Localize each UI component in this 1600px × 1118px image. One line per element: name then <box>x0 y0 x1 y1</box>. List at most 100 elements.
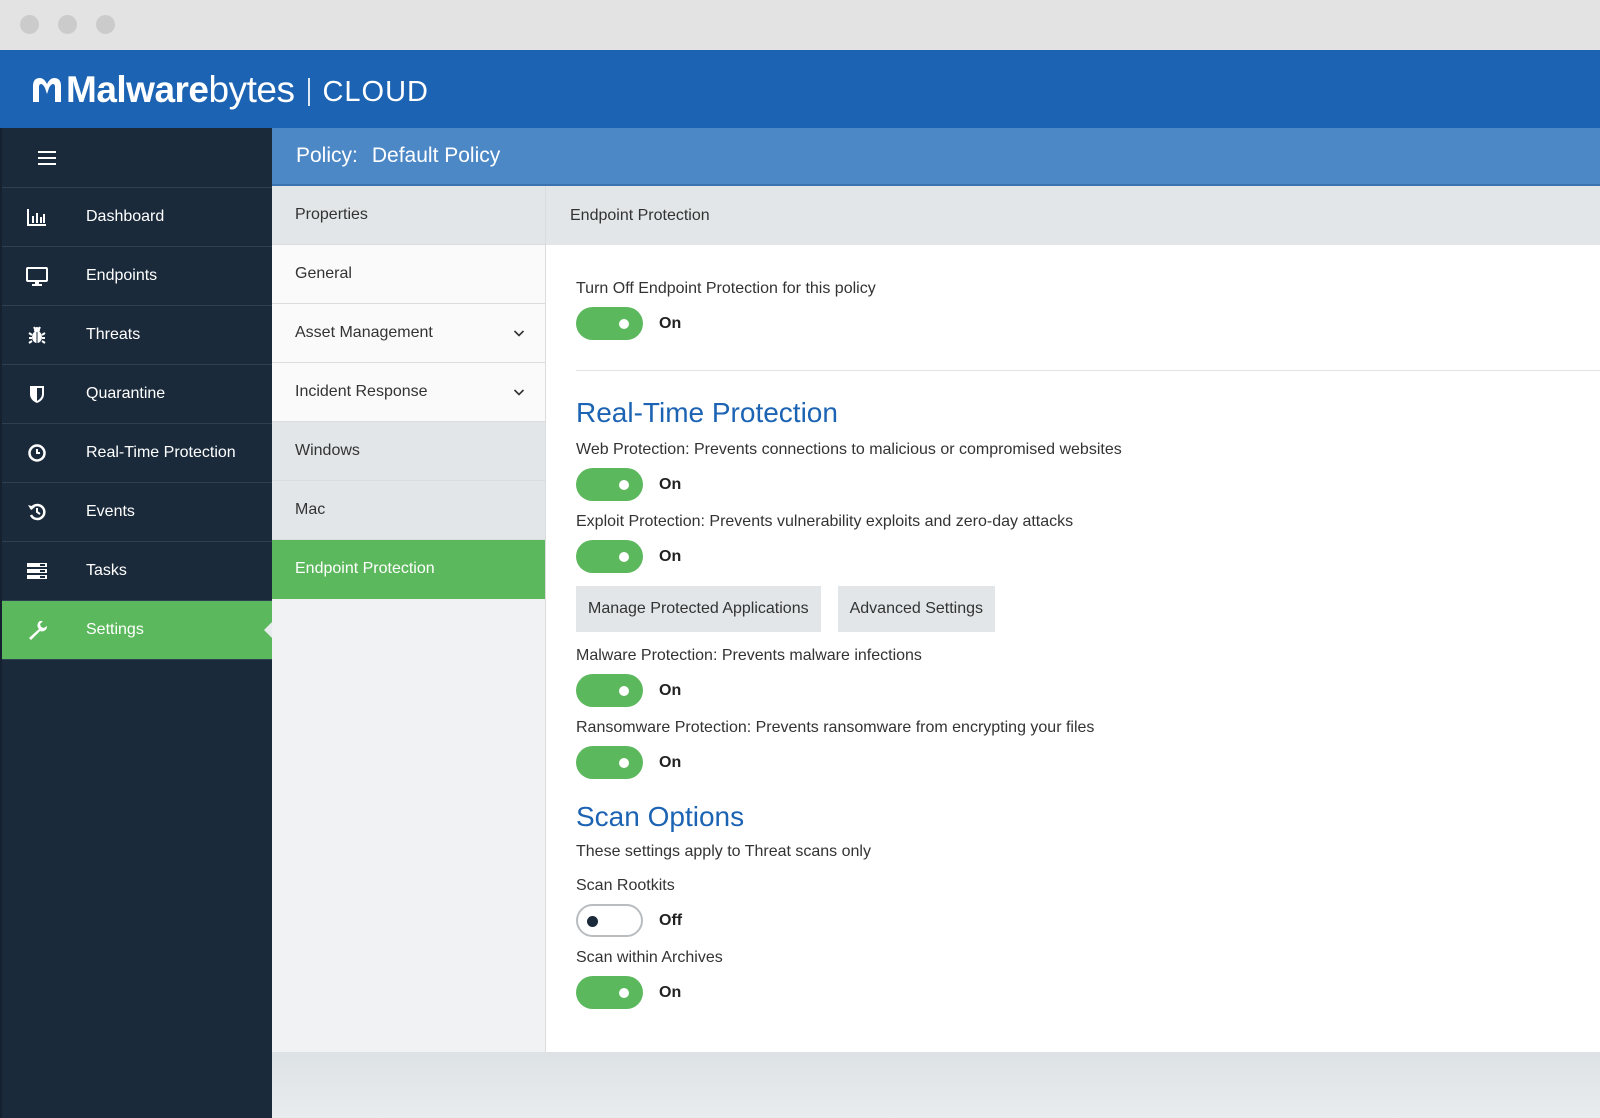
sidebar-item-threats[interactable]: Threats <box>2 306 272 365</box>
malwarebytes-m-icon <box>33 78 61 102</box>
toggle-knob <box>619 319 629 329</box>
subnav-item-windows[interactable]: Windows <box>272 422 545 481</box>
web-protection-toggle-row: On <box>576 468 1600 501</box>
sidebar-item-quarantine[interactable]: Quarantine <box>2 365 272 424</box>
wrench-icon <box>2 619 86 641</box>
scan-rootkits-toggle-row: Off <box>576 904 1600 937</box>
turn-off-toggle[interactable] <box>576 307 643 340</box>
tasks-icon <box>2 560 86 582</box>
policy-name: Default Policy <box>371 144 501 167</box>
toggle-knob <box>619 552 629 562</box>
subnav-item-general[interactable]: General <box>272 245 545 304</box>
subnav-item-label: Asset Management <box>295 324 433 341</box>
turn-off-toggle-row: On <box>576 307 1600 340</box>
toggle-knob <box>619 480 629 490</box>
toggle-state: On <box>659 983 682 1001</box>
history-icon <box>2 501 86 523</box>
toggle-state: On <box>659 475 682 493</box>
panel-body: Turn Off Endpoint Protection for this po… <box>546 245 1600 1009</box>
scan-rootkits-label: Scan Rootkits <box>576 877 675 894</box>
menu-toggle[interactable] <box>2 128 272 188</box>
toggle-knob <box>619 686 629 696</box>
malware-protection-label: Malware Protection: Prevents malware inf… <box>576 647 922 664</box>
policy-title-bar: Policy: Default Policy <box>272 128 1600 186</box>
subnav-item-incident-response[interactable]: Incident Response <box>272 363 545 422</box>
logo-separator <box>308 78 311 106</box>
malware-protection-toggle[interactable] <box>576 674 643 707</box>
product-name: CLOUD <box>322 76 429 108</box>
bar-chart-icon <box>2 206 86 228</box>
subnav-header-properties: Properties <box>272 186 545 245</box>
scan-archives-toggle-row: On <box>576 976 1600 1009</box>
web-protection-toggle[interactable] <box>576 468 643 501</box>
sidebar: Dashboard Endpoints Threats Quarantine R… <box>0 128 272 1118</box>
shield-icon <box>2 383 86 405</box>
toggle-knob <box>587 916 598 927</box>
sidebar-item-realtime-protection[interactable]: Real-Time Protection <box>2 424 272 483</box>
toggle-state: On <box>659 681 682 699</box>
endpoint-protection-panel: Endpoint Protection Turn Off Endpoint Pr… <box>546 186 1600 1052</box>
subnav-item-label: Mac <box>295 501 326 518</box>
subnav-item-endpoint-protection[interactable]: Endpoint Protection <box>272 540 545 599</box>
toggle-state: On <box>659 314 682 332</box>
brand-bold: Malware <box>66 69 209 110</box>
window-maximize-dot[interactable] <box>96 15 115 34</box>
ransomware-protection-label: Ransomware Protection: Prevents ransomwa… <box>576 719 1095 736</box>
app-header: Malwarebytes CLOUD <box>0 50 1600 128</box>
exploit-protection-label: Exploit Protection: Prevents vulnerabili… <box>576 513 1074 530</box>
window-minimize-dot[interactable] <box>58 15 77 34</box>
policy-label: Policy: <box>296 144 358 167</box>
sidebar-item-label: Settings <box>86 621 144 638</box>
subnav-item-asset-management[interactable]: Asset Management <box>272 304 545 363</box>
sidebar-item-label: Quarantine <box>86 385 166 402</box>
chevron-down-icon <box>513 389 525 396</box>
clock-icon <box>2 442 86 464</box>
toggle-knob <box>619 758 629 768</box>
subnav-item-label: Windows <box>295 442 360 459</box>
sidebar-item-tasks[interactable]: Tasks <box>2 542 272 601</box>
sidebar-item-endpoints[interactable]: Endpoints <box>2 247 272 306</box>
toggle-state: On <box>659 547 682 565</box>
scan-rootkits-toggle[interactable] <box>576 904 643 937</box>
scan-options-description: These settings apply to Threat scans onl… <box>576 843 871 860</box>
subnav-item-mac[interactable]: Mac <box>272 481 545 540</box>
sidebar-item-dashboard[interactable]: Dashboard <box>2 188 272 247</box>
exploit-protection-toggle-row: On <box>576 540 1600 573</box>
sidebar-item-label: Real-Time Protection <box>86 444 236 461</box>
sidebar-item-label: Events <box>86 503 135 520</box>
brand-light: bytes <box>208 69 295 110</box>
window-titlebar <box>0 0 1600 50</box>
ransomware-protection-toggle[interactable] <box>576 746 643 779</box>
window-close-dot[interactable] <box>20 15 39 34</box>
advanced-settings-button[interactable]: Advanced Settings <box>837 586 996 632</box>
toggle-knob <box>619 988 629 998</box>
scan-archives-toggle[interactable] <box>576 976 643 1009</box>
subnav-item-label: Endpoint Protection <box>295 560 435 577</box>
exploit-protection-toggle[interactable] <box>576 540 643 573</box>
malwarebytes-logo[interactable]: Malwarebytes CLOUD <box>30 70 429 110</box>
malware-protection-toggle-row: On <box>576 674 1600 707</box>
exploit-buttons: Manage Protected Applications Advanced S… <box>576 586 1600 632</box>
section-title-realtime: Real-Time Protection <box>576 397 838 428</box>
subnav-header-label: Properties <box>295 206 368 223</box>
panel-header-label: Endpoint Protection <box>570 206 710 224</box>
chevron-down-icon <box>513 330 525 337</box>
sidebar-item-events[interactable]: Events <box>2 483 272 542</box>
subnav-item-label: General <box>295 265 352 282</box>
policy-subnav: Properties General Asset Management Inci… <box>272 186 546 1052</box>
sidebar-item-label: Threats <box>86 326 141 343</box>
web-protection-label: Web Protection: Prevents connections to … <box>576 441 1122 458</box>
sidebar-item-settings[interactable]: Settings <box>2 601 272 660</box>
sidebar-item-label: Dashboard <box>86 208 165 225</box>
sidebar-item-label: Endpoints <box>86 267 158 284</box>
toggle-state: On <box>659 753 682 771</box>
subnav-item-label: Incident Response <box>295 383 428 400</box>
section-title-scan-options: Scan Options <box>576 801 745 832</box>
footer-strip <box>272 1052 1600 1118</box>
manage-protected-applications-button[interactable]: Manage Protected Applications <box>576 586 821 632</box>
toggle-state: Off <box>659 911 683 929</box>
bug-icon <box>2 324 86 346</box>
ransomware-protection-toggle-row: On <box>576 746 1600 779</box>
panel-header: Endpoint Protection <box>546 186 1600 245</box>
sidebar-item-label: Tasks <box>86 562 127 579</box>
